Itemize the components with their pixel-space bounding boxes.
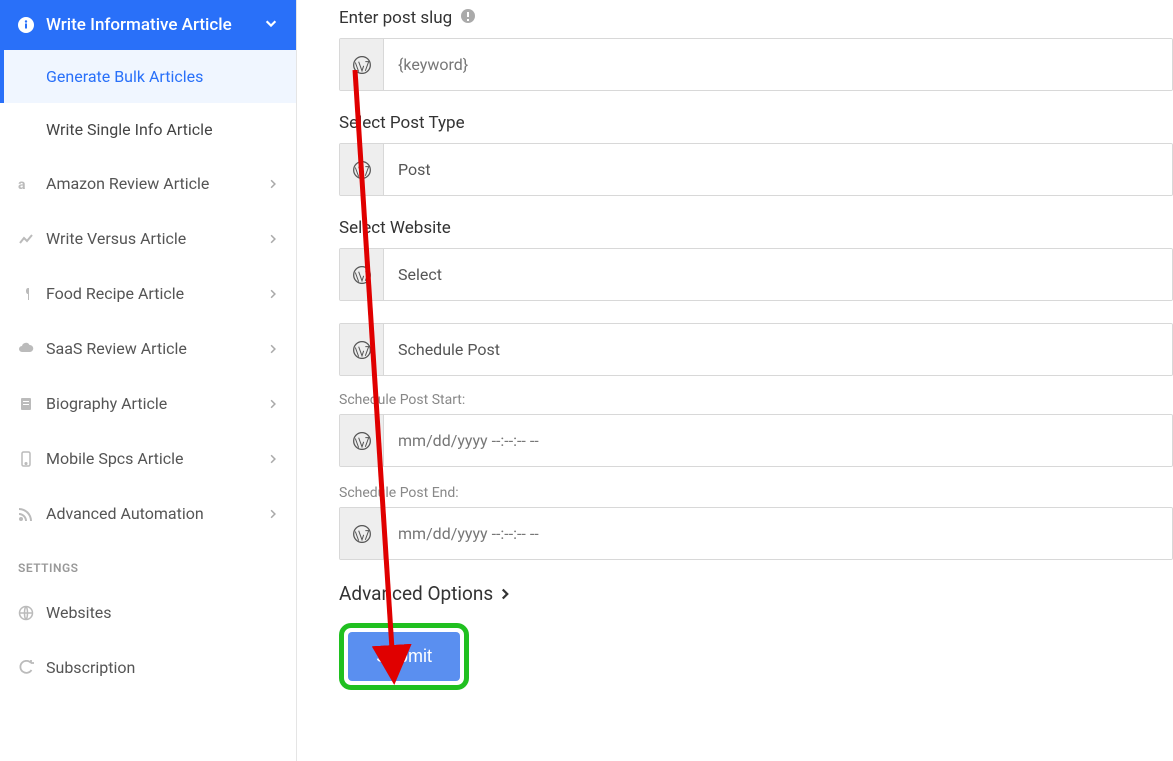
sidebar-item-mobile-specs[interactable]: Mobile Spcs Article <box>0 431 296 486</box>
help-icon[interactable] <box>460 8 476 28</box>
slug-label: Enter post slug <box>339 8 1173 28</box>
sidebar-item-advanced-automation[interactable]: Advanced Automation <box>0 486 296 541</box>
sidebar-subitem-label: Write Single Info Article <box>46 120 213 139</box>
sidebar-subitem-generate-bulk[interactable]: Generate Bulk Articles <box>0 50 296 103</box>
post-type-label: Select Post Type <box>339 113 1173 133</box>
slug-input[interactable] <box>384 39 1172 90</box>
sidebar-item-label: SaaS Review Article <box>46 339 187 358</box>
sidebar-item-food-recipe[interactable]: Food Recipe Article <box>0 266 296 321</box>
wordpress-icon <box>340 415 384 466</box>
wordpress-icon <box>340 249 384 300</box>
info-icon <box>18 17 36 33</box>
sidebar-subitem-label: Generate Bulk Articles <box>46 67 203 86</box>
rss-icon <box>18 506 36 522</box>
schedule-end-group <box>339 507 1173 560</box>
sidebar-item-label: Websites <box>46 603 112 622</box>
schedule-end-label: Schedule Post End: <box>339 485 1173 501</box>
slug-input-group <box>339 38 1173 91</box>
sidebar: Write Informative Article Generate Bulk … <box>0 0 297 761</box>
website-group: Select <box>339 248 1173 301</box>
website-select[interactable]: Select <box>384 249 1172 300</box>
advanced-options-toggle[interactable]: Advanced Options <box>339 582 1173 605</box>
chevron-right-icon <box>268 174 278 193</box>
wordpress-icon <box>340 508 384 559</box>
sidebar-item-label: Food Recipe Article <box>46 284 184 303</box>
submit-button[interactable]: Submit <box>348 632 460 681</box>
wordpress-icon <box>340 39 384 90</box>
chevron-right-icon <box>268 504 278 523</box>
schedule-post-toggle[interactable]: Schedule Post <box>384 324 1172 375</box>
sidebar-item-label: Biography Article <box>46 394 167 413</box>
sidebar-item-subscription[interactable]: Subscription <box>0 640 296 695</box>
sidebar-item-label: Subscription <box>46 658 135 677</box>
schedule-start-input[interactable] <box>384 415 1172 466</box>
sidebar-item-label: Write Versus Article <box>46 229 186 248</box>
schedule-start-group <box>339 414 1173 467</box>
food-icon <box>18 286 36 302</box>
chevron-right-icon <box>268 229 278 248</box>
post-type-select[interactable]: Post <box>384 144 1172 195</box>
svg-text:a: a <box>18 177 26 192</box>
submit-highlight: Submit <box>339 623 469 690</box>
chevron-right-icon <box>268 449 278 468</box>
sidebar-item-label: Amazon Review Article <box>46 174 209 193</box>
main-content: Enter post slug Select Post Type Post Se… <box>297 0 1173 761</box>
sidebar-subitem-write-single[interactable]: Write Single Info Article <box>0 103 296 156</box>
sidebar-item-label: Mobile Spcs Article <box>46 449 184 468</box>
sidebar-section-settings: SETTINGS <box>0 541 296 585</box>
chevron-right-icon <box>499 582 511 605</box>
sidebar-item-biography[interactable]: Biography Article <box>0 376 296 431</box>
refresh-icon <box>18 660 36 676</box>
globe-icon <box>18 605 36 621</box>
chevron-right-icon <box>268 339 278 358</box>
sidebar-item-saas-review[interactable]: SaaS Review Article <box>0 321 296 376</box>
schedule-start-label: Schedule Post Start: <box>339 392 1173 408</box>
wordpress-icon <box>340 324 384 375</box>
post-type-group: Post <box>339 143 1173 196</box>
website-label: Select Website <box>339 218 1173 238</box>
mobile-icon <box>18 451 36 467</box>
chevron-down-icon <box>264 15 278 35</box>
sidebar-item-amazon-review[interactable]: a Amazon Review Article <box>0 156 296 211</box>
sidebar-header-write-informative[interactable]: Write Informative Article <box>0 0 296 50</box>
sidebar-header-label: Write Informative Article <box>46 15 232 35</box>
sidebar-item-websites[interactable]: Websites <box>0 585 296 640</box>
cloud-icon <box>18 341 36 357</box>
sidebar-item-label: Advanced Automation <box>46 504 204 523</box>
chevron-right-icon <box>268 284 278 303</box>
schedule-post-group: Schedule Post <box>339 323 1173 376</box>
wordpress-icon <box>340 144 384 195</box>
sidebar-item-versus-article[interactable]: Write Versus Article <box>0 211 296 266</box>
document-icon <box>18 396 36 412</box>
chevron-right-icon <box>268 394 278 413</box>
chart-icon <box>18 231 36 247</box>
amazon-icon: a <box>18 176 36 192</box>
schedule-end-input[interactable] <box>384 508 1172 559</box>
